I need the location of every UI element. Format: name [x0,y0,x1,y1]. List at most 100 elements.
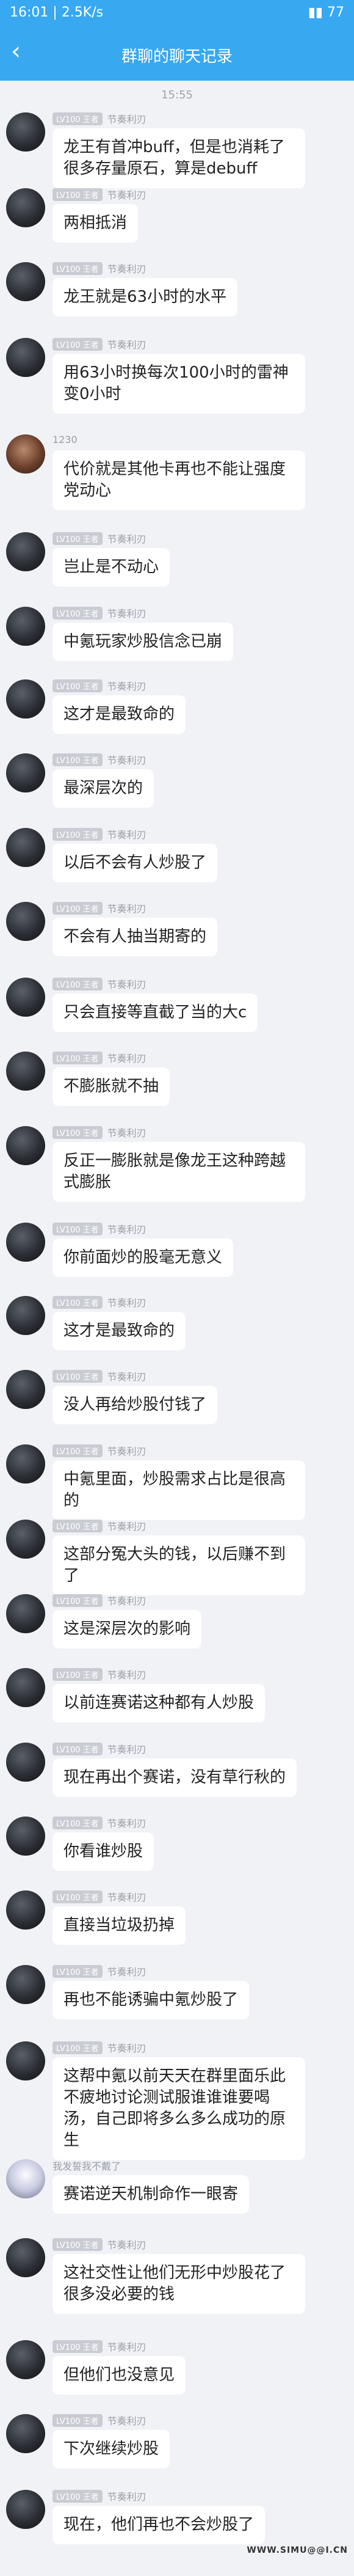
level-badge: LV100 王者 [52,337,103,351]
message-bubble[interactable]: 你前面炒的股毫无意义 [52,1239,234,1277]
avatar[interactable] [6,1126,45,1165]
message-bubble[interactable]: 不会有人抽当期寄的 [52,918,218,956]
sender-meta: LV100 王者 节奏利刃 [52,1443,146,1457]
level-badge: LV100 王者 [52,532,103,545]
message-bubble[interactable]: 这社交性让他们无形中炒股花了很多没必要的钱 [52,2254,305,2314]
avatar[interactable] [6,902,45,941]
level-badge: LV100 王者 [52,1594,103,1607]
sender-meta: LV100 王者 节奏利刃 [52,1741,146,1755]
sender-nickname: 节奏利刃 [107,1669,146,1681]
avatar[interactable] [6,262,45,301]
message-bubble[interactable]: 这是深层次的影响 [52,1610,202,1648]
level-badge: LV100 王者 [52,262,103,275]
avatar[interactable] [6,112,45,152]
title-bar: ‹ 群聊的聊天记录 [0,27,354,81]
sender-meta: LV100 王者 节奏利刃 [52,2489,146,2503]
sender-meta: LV100 王者 节奏利刃 [52,187,146,201]
avatar[interactable] [6,434,45,474]
avatar[interactable] [6,2159,45,2198]
avatar[interactable] [6,828,45,867]
avatar[interactable] [6,1890,45,1930]
avatar[interactable] [6,1296,45,1335]
message-bubble[interactable]: 不膨胀就不抽 [52,1067,170,1106]
avatar[interactable] [6,679,45,719]
sender-meta: LV100 王者 节奏利刃 [52,976,146,990]
message-bubble[interactable]: 以后不会有人炒股了 [52,844,218,882]
avatar[interactable] [6,1444,45,1484]
message-bubble[interactable]: 再也不能诱骗中氪炒股了 [52,1981,250,2019]
message-bubble[interactable]: 这帮中氪以前天天在群里面乐此不疲地讨论测试服谁谁谁要喝汤，自己即将多么多么成功的… [52,2057,305,2160]
message-bubble[interactable]: 龙王有首冲buff，但是也消耗了很多存量原石，算是debuff [52,128,305,188]
message-bubble[interactable]: 中氪玩家炒股信念已崩 [52,623,234,661]
message-bubble[interactable]: 岂止是不动心 [52,548,170,587]
sender-meta: LV100 王者 节奏利刃 [52,1518,146,1532]
avatar[interactable] [6,1223,45,1262]
message-bubble[interactable]: 这才是最致命的 [52,1312,186,1350]
sender-meta: LV100 王者 节奏利刃 [52,606,146,620]
avatar[interactable] [6,188,45,227]
sender-nickname: 节奏利刃 [107,2043,146,2054]
sender-meta: LV100 王者 节奏利刃 [52,1369,146,1383]
message-bubble[interactable]: 但他们也没意见 [52,2356,186,2395]
sender-nickname: 节奏利刃 [107,681,146,692]
avatar[interactable] [6,1668,45,1707]
sender-nickname: 节奏利刃 [107,1966,146,1978]
avatar[interactable] [6,2238,45,2277]
level-badge: LV100 王者 [52,901,103,915]
sender-meta: 我发誓我不戴了 [52,2158,121,2172]
message-bubble[interactable]: 两相抵消 [52,204,139,243]
sender-meta: LV100 王者 节奏利刃 [52,901,146,915]
message-bubble[interactable]: 代价就是其他卡再也不能让强度党动心 [52,450,305,510]
message-bubble[interactable]: 以前连赛诺这种都有人炒股 [52,1684,266,1722]
avatar[interactable] [6,2041,45,2080]
level-badge: LV100 王者 [52,679,103,692]
sender-meta: LV100 王者 节奏利刃 [52,1815,146,1829]
message-bubble[interactable]: 中氪里面，炒股需求占比是很高的 [52,1460,305,1520]
avatar[interactable] [6,532,45,571]
avatar[interactable] [6,1594,45,1633]
sender-meta: LV100 王者 节奏利刃 [52,261,146,275]
sender-meta: 1230 [52,433,78,447]
message-bubble[interactable]: 龙王就是63小时的水平 [52,278,238,317]
sender-nickname: 节奏利刃 [107,2491,146,2503]
message-bubble[interactable]: 你看谁炒股 [52,1832,154,1871]
sender-nickname: 节奏利刃 [107,1446,146,1457]
message-bubble[interactable]: 直接当垃圾扔掉 [52,1906,186,1945]
message-bubble[interactable]: 赛诺逆天机制命作一眼寄 [52,2175,250,2214]
message-bubble[interactable]: 这才是最致命的 [52,695,186,734]
level-badge: LV100 王者 [52,1816,103,1829]
message-bubble[interactable]: 下次继续炒股 [52,2430,170,2468]
message-bubble[interactable]: 现在，他们再也不会炒股了 [52,2506,266,2544]
sender-nickname: 节奏利刃 [107,1371,146,1383]
avatar[interactable] [6,1052,45,1091]
avatar[interactable] [6,978,45,1017]
message-bubble[interactable]: 没人再给炒股付钱了 [52,1386,218,1424]
avatar[interactable] [6,607,45,646]
sender-nickname: 节奏利刃 [107,2415,146,2427]
avatar[interactable] [6,338,45,377]
avatar[interactable] [6,1817,45,1856]
message-bubble[interactable]: 反正一膨胀就是像龙王这种跨越式膨胀 [52,1142,305,1202]
level-badge: LV100 王者 [52,2238,103,2251]
avatar[interactable] [6,2414,45,2453]
sender-nickname: 节奏利刃 [107,755,146,766]
avatar[interactable] [6,1520,45,1559]
level-badge: LV100 王者 [52,1890,103,1903]
message-bubble[interactable]: 这部分冤大头的钱，以后赚不到了 [52,1535,305,1595]
avatar[interactable] [6,1743,45,1782]
level-badge: LV100 王者 [52,1051,103,1064]
avatar[interactable] [6,2490,45,2529]
message-bubble[interactable]: 现在再出个赛诺，没有草行秋的 [52,1758,297,1797]
sender-nickname: 节奏利刃 [107,1818,146,1829]
status-bar: 16:01 | 2.5K/s ▮▮ 77 [0,0,354,27]
avatar[interactable] [6,2340,45,2379]
message-bubble[interactable]: 只会直接等直截了当的大c [52,993,258,1032]
avatar[interactable] [6,1370,45,1409]
message-bubble[interactable]: 用63小时换每次100小时的雷神变0小时 [52,354,305,414]
avatar[interactable] [6,753,45,792]
sender-nickname: 节奏利刃 [107,1127,146,1139]
sender-nickname: 节奏利刃 [107,189,146,201]
sender-meta: LV100 王者 节奏利刃 [52,2413,146,2427]
message-bubble[interactable]: 最深层次的 [52,769,154,808]
avatar[interactable] [6,1965,45,2004]
